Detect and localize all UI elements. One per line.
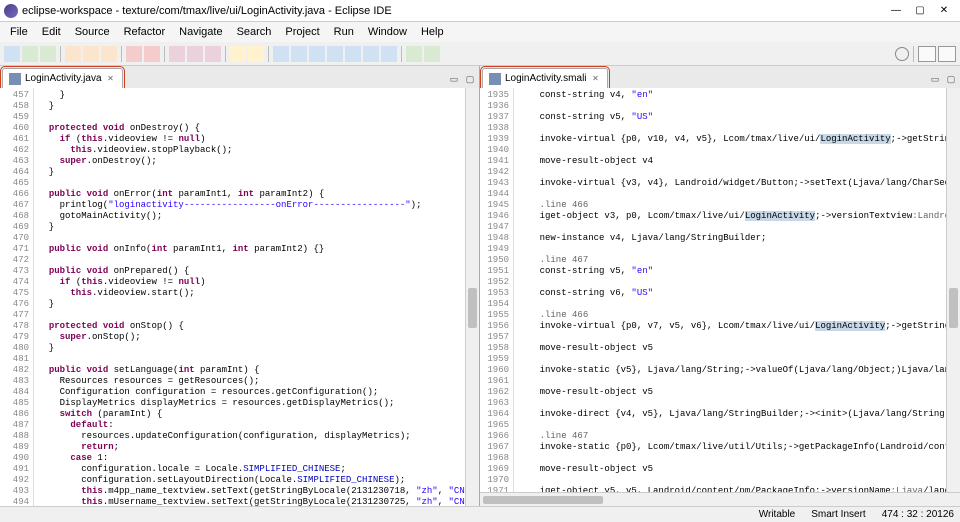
titlebar: eclipse-workspace - texture/com/tmax/liv… — [0, 0, 960, 22]
left-scrollbar-v[interactable] — [465, 88, 479, 506]
menubar: File Edit Source Refactor Navigate Searc… — [0, 22, 960, 42]
pane-maximize-icon[interactable]: ▢ — [463, 74, 477, 88]
toolbar-next-icon[interactable] — [424, 46, 440, 62]
menu-run[interactable]: Run — [328, 24, 360, 40]
toolbar-stepreturn-icon[interactable] — [381, 46, 397, 62]
toolbar-suspend-icon[interactable] — [309, 46, 325, 62]
left-code[interactable]: } } protected void onDestroy() { if (thi… — [34, 88, 465, 506]
toolbar-newclass-icon[interactable] — [126, 46, 142, 62]
eclipse-icon — [4, 4, 18, 18]
statusbar: Writable Smart Insert 474 : 32 : 20126 — [0, 506, 960, 522]
right-code[interactable]: const-string v4, "en" const-string v5, "… — [514, 88, 946, 492]
minimize-button[interactable]: — — [884, 2, 908, 20]
status-insert: Smart Insert — [811, 509, 865, 520]
scrollbar-thumb[interactable] — [468, 288, 477, 328]
left-tabs: LoginActivity.java ✕ ▭ ▢ — [0, 66, 479, 88]
tab-close-icon[interactable]: ✕ — [591, 74, 601, 84]
toolbar-opentype-icon[interactable] — [169, 46, 185, 62]
right-tabs: LoginActivity.smali ✕ ▭ ▢ — [480, 66, 960, 88]
menu-edit[interactable]: Edit — [36, 24, 67, 40]
toolbar-task-icon[interactable] — [205, 46, 221, 62]
perspective-open-icon[interactable] — [918, 46, 936, 62]
window-title: eclipse-workspace - texture/com/tmax/liv… — [22, 5, 884, 17]
status-writable: Writable — [759, 509, 796, 520]
java-file-icon — [9, 73, 21, 85]
toolbar-separator — [913, 46, 914, 62]
menu-help[interactable]: Help — [415, 24, 450, 40]
toolbar-separator — [60, 46, 61, 62]
menu-project[interactable]: Project — [279, 24, 325, 40]
tab-loginactivity-smali[interactable]: LoginActivity.smali ✕ — [482, 68, 608, 88]
toolbar-separator — [401, 46, 402, 62]
menu-navigate[interactable]: Navigate — [173, 24, 228, 40]
right-editor[interactable]: 1935 1936 1937 1938 1939 1940 1941 1942 … — [480, 88, 960, 492]
right-gutter: 1935 1936 1937 1938 1939 1940 1941 1942 … — [480, 88, 514, 492]
toolbar-stepinto-icon[interactable] — [345, 46, 361, 62]
pane-minimize-icon[interactable]: ▭ — [928, 74, 942, 88]
toolbar-saveall-icon[interactable] — [40, 46, 56, 62]
scrollbar-thumb[interactable] — [949, 288, 958, 328]
toolbar-terminate-icon[interactable] — [327, 46, 343, 62]
tab-close-icon[interactable]: ✕ — [106, 74, 116, 84]
right-pane: LoginActivity.smali ✕ ▭ ▢ 1935 1936 1937… — [480, 66, 960, 506]
menu-search[interactable]: Search — [231, 24, 278, 40]
smali-file-icon — [489, 73, 501, 85]
toolbar-resume-icon[interactable] — [291, 46, 307, 62]
tab-label: LoginActivity.java — [25, 73, 102, 84]
toolbar-skip-icon[interactable] — [273, 46, 289, 62]
close-button[interactable]: ✕ — [932, 2, 956, 20]
menu-refactor[interactable]: Refactor — [118, 24, 172, 40]
toolbar-search-icon[interactable] — [187, 46, 203, 62]
toolbar-newpkg-icon[interactable] — [144, 46, 160, 62]
status-position: 474 : 32 : 20126 — [882, 509, 954, 520]
toolbar-new-icon[interactable] — [4, 46, 20, 62]
pane-maximize-icon[interactable]: ▢ — [944, 74, 958, 88]
toolbar-last-icon[interactable] — [406, 46, 422, 62]
toolbar-back-icon[interactable] — [230, 46, 246, 62]
toolbar-separator — [268, 46, 269, 62]
tab-loginactivity-java[interactable]: LoginActivity.java ✕ — [2, 68, 123, 88]
menu-window[interactable]: Window — [362, 24, 413, 40]
toolbar-coverage-icon[interactable] — [101, 46, 117, 62]
toolbar-run-icon[interactable] — [83, 46, 99, 62]
left-editor[interactable]: 457 458 459 460 461 462 463 464 465 466 … — [0, 88, 479, 506]
toolbar-save-icon[interactable] — [22, 46, 38, 62]
right-scrollbar-v[interactable] — [946, 88, 960, 492]
perspective-java-icon[interactable] — [938, 46, 956, 62]
right-scrollbar-h[interactable] — [480, 492, 960, 506]
menu-file[interactable]: File — [4, 24, 34, 40]
toolbar-separator — [121, 46, 122, 62]
left-pane: LoginActivity.java ✕ ▭ ▢ 457 458 459 460… — [0, 66, 480, 506]
left-gutter: 457 458 459 460 461 462 463 464 465 466 … — [0, 88, 34, 506]
toolbar-separator — [164, 46, 165, 62]
pane-minimize-icon[interactable]: ▭ — [447, 74, 461, 88]
quick-access-icon[interactable] — [895, 47, 909, 61]
toolbar-forward-icon[interactable] — [248, 46, 264, 62]
toolbar — [0, 42, 960, 66]
menu-source[interactable]: Source — [69, 24, 116, 40]
toolbar-debug-icon[interactable] — [65, 46, 81, 62]
tab-label: LoginActivity.smali — [505, 73, 587, 84]
toolbar-stepover-icon[interactable] — [363, 46, 379, 62]
maximize-button[interactable]: ▢ — [908, 2, 932, 20]
scrollbar-thumb[interactable] — [483, 496, 603, 504]
editor-area: LoginActivity.java ✕ ▭ ▢ 457 458 459 460… — [0, 66, 960, 506]
toolbar-separator — [225, 46, 226, 62]
